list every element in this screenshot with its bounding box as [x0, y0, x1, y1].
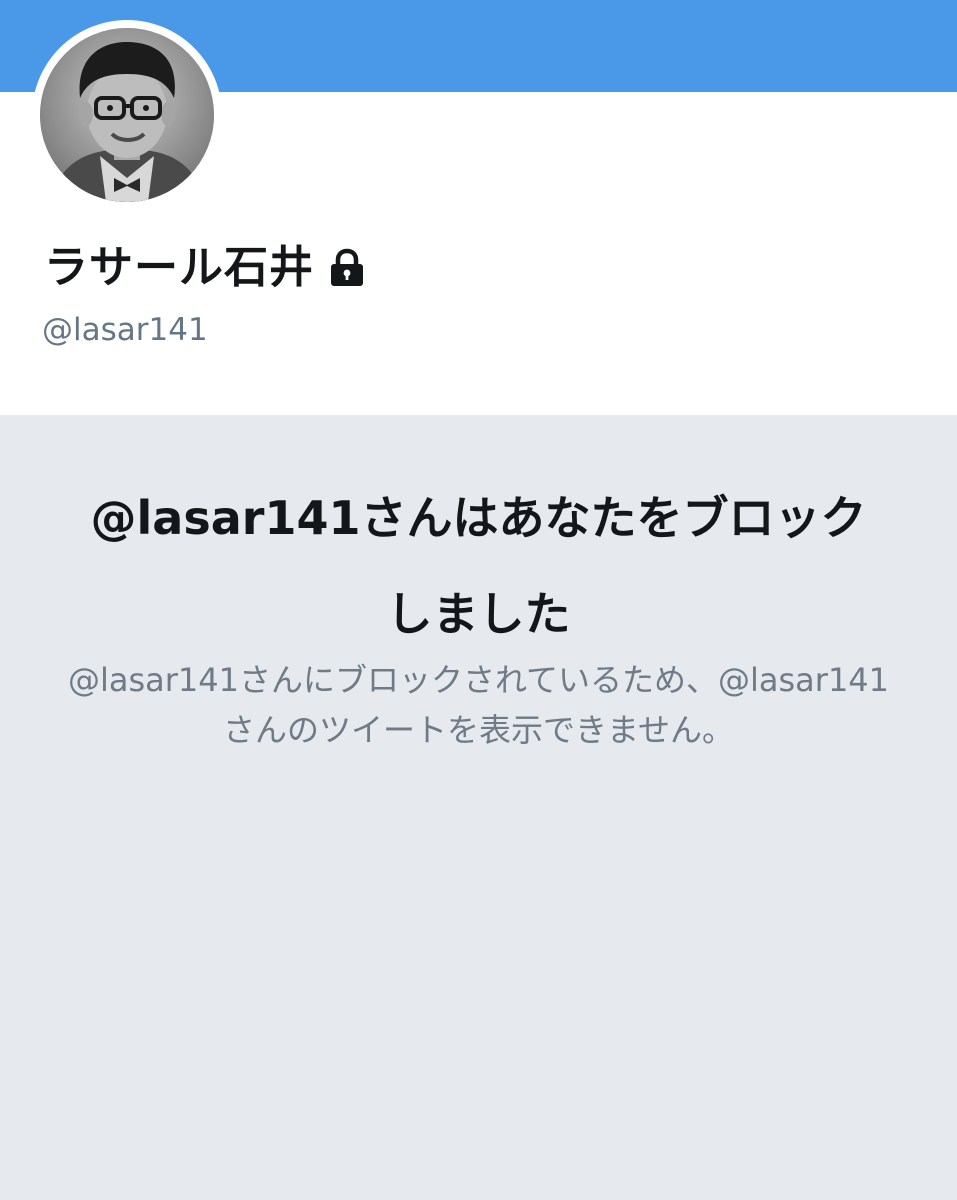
- blocked-description: @lasar141さんにブロックされているため、@lasar141さんのツイート…: [67, 661, 890, 749]
- profile-handle: @lasar141: [42, 312, 208, 348]
- display-name-row: ラサール石井: [44, 238, 366, 298]
- lock-icon: [328, 248, 366, 288]
- display-name: ラサール石井: [44, 242, 314, 293]
- avatar-photo: [40, 28, 214, 202]
- blocked-title: @lasar141さんはあなたをブロックしました: [90, 491, 867, 641]
- avatar[interactable]: [40, 28, 214, 202]
